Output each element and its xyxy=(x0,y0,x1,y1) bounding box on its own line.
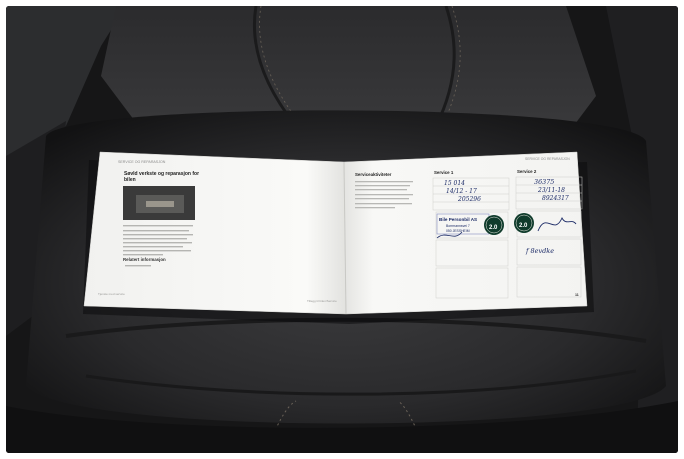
right-page-number: 11 xyxy=(575,293,579,297)
left-page-photo-highlight xyxy=(146,201,174,207)
service-sticker-2-label: 2.0 xyxy=(519,223,528,229)
dealer-stamp-name: Bile Personbil AS xyxy=(439,217,477,222)
photo-scene: SERVICE OG REPARASJON Søvld verkste og r… xyxy=(6,6,678,453)
dealer-stamp-city: 050 JESSHEIM xyxy=(446,229,470,233)
left-page-footer-right: Tillegg til bilen/Service xyxy=(307,299,337,303)
left-page-footer-left: Tjenste med service xyxy=(98,292,125,296)
service-2-order: 8924317 xyxy=(542,195,569,202)
service-2-date: 23/11-18 xyxy=(537,187,565,194)
dealer-stamp-address: Borrmannsvei 7 xyxy=(446,224,470,228)
right-page-header: SERVICE OG REPARASJON xyxy=(525,157,570,161)
service-activities-text xyxy=(355,181,413,209)
photo-frame: SERVICE OG REPARASJON Søvld verkste og r… xyxy=(6,6,678,453)
service-2-signature: f 8evdke xyxy=(525,247,554,255)
service-1-date: 14/12 - 17 xyxy=(446,188,477,195)
service-1-km: 15 014 xyxy=(444,180,465,187)
service-2-title: Service 2 xyxy=(517,169,537,174)
service-activities-title: Serviceaktiviteter xyxy=(355,172,392,177)
service-2-km: 36375 xyxy=(534,178,554,186)
left-page-section-title: Relatert informasjon xyxy=(123,257,166,262)
left-page-header: SERVICE OG REPARASJON xyxy=(118,160,166,164)
service-sticker-1-label: 2.0 xyxy=(489,225,498,231)
service-1-order: 205296 xyxy=(457,196,481,203)
service-1-title: Service 1 xyxy=(434,170,454,175)
left-page-title-2: bilen xyxy=(124,177,136,183)
left-page-link xyxy=(125,265,151,267)
